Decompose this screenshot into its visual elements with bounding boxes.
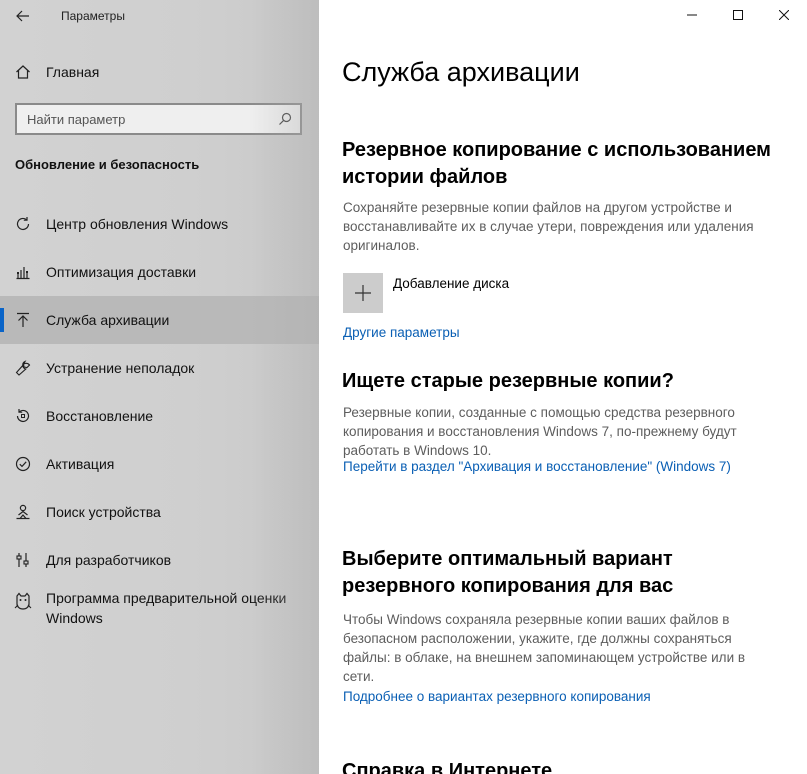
more-options-link[interactable]: Другие параметры	[343, 325, 460, 340]
sidebar-item-label: Для разработчиков	[46, 552, 172, 568]
old-backups-description: Резервные копии, созданные с помощью сре…	[343, 405, 737, 458]
minimize-button[interactable]	[669, 0, 715, 30]
wrench-icon	[14, 359, 32, 377]
sidebar: Параметры Главная Обновление и безопасно…	[0, 0, 319, 774]
sidebar-item-backup[interactable]: Служба архивации	[0, 296, 319, 344]
sidebar-item-developers[interactable]: Для разработчиков	[0, 536, 319, 584]
recovery-icon	[14, 407, 32, 425]
backup-restore-win7-link[interactable]: Перейти в раздел "Архивация и восстановл…	[343, 459, 731, 474]
choose-option-heading: Выберите оптимальный вариант резервного …	[342, 548, 674, 597]
sidebar-nav: Центр обновления Windows Оптимизация дос…	[0, 200, 319, 640]
app-title: Параметры	[61, 9, 125, 23]
delivery-optimization-icon	[14, 263, 32, 281]
sidebar-item-label: Восстановление	[46, 408, 154, 424]
file-history-description: Сохраняйте резервные копии файлов на дру…	[343, 200, 754, 253]
person-location-icon	[14, 503, 32, 521]
add-drive-label: Добавление диска	[393, 276, 510, 291]
help-heading: Справка в Интернете	[342, 760, 553, 774]
back-arrow-icon	[16, 10, 29, 22]
add-drive-button[interactable]: Добавление диска	[343, 273, 509, 313]
minimize-icon	[687, 14, 697, 16]
window-controls	[669, 0, 807, 32]
sidebar-item-label: Главная	[46, 64, 100, 80]
sidebar-item-label: Программа предварительной оценки Windows	[46, 590, 287, 626]
sidebar-item-label: Центр обновления Windows	[46, 216, 229, 232]
file-history-heading: Резервное копирование с использованием и…	[342, 139, 771, 188]
close-icon	[779, 10, 789, 20]
developer-sliders-icon	[14, 551, 32, 569]
title-bar: Параметры	[0, 0, 319, 32]
search-icon[interactable]	[276, 110, 294, 128]
sidebar-item-label: Поиск устройства	[46, 504, 161, 520]
sidebar-item-activation[interactable]: Активация	[0, 440, 319, 488]
active-indicator	[0, 308, 4, 332]
insider-cat-icon	[14, 592, 32, 610]
section-title: Обновление и безопасность	[15, 157, 200, 172]
close-button[interactable]	[761, 0, 807, 30]
back-button[interactable]	[8, 2, 38, 30]
sidebar-item-troubleshoot[interactable]: Устранение неполадок	[0, 344, 319, 392]
backup-options-learn-more-link[interactable]: Подробнее о вариантах резервного копиров…	[343, 689, 651, 704]
plus-tile	[343, 273, 383, 313]
page-title: Служба архивации	[342, 57, 580, 87]
home-icon	[14, 63, 32, 81]
sidebar-item-find-device[interactable]: Поиск устройства	[0, 488, 319, 536]
sidebar-item-label: Активация	[46, 456, 115, 472]
sidebar-item-recovery[interactable]: Восстановление	[0, 392, 319, 440]
sidebar-item-label: Устранение неполадок	[46, 360, 195, 376]
plus-icon	[355, 285, 371, 301]
sidebar-item-label: Служба архивации	[46, 312, 170, 328]
refresh-icon	[14, 215, 32, 233]
sidebar-item-windows-update[interactable]: Центр обновления Windows	[0, 200, 319, 248]
check-circle-icon	[14, 455, 32, 473]
search-box[interactable]	[15, 103, 302, 135]
maximize-button[interactable]	[715, 0, 761, 30]
choose-option-description: Чтобы Windows сохраняла резервные копии …	[343, 612, 746, 684]
backup-arrow-up-icon	[14, 311, 32, 329]
search-input[interactable]	[17, 105, 267, 133]
old-backups-heading: Ищете старые резервные копии?	[342, 370, 674, 392]
sidebar-item-delivery-optimization[interactable]: Оптимизация доставки	[0, 248, 319, 296]
maximize-icon	[733, 10, 743, 20]
sidebar-item-home[interactable]: Главная	[0, 56, 319, 88]
sidebar-item-label: Оптимизация доставки	[46, 264, 197, 280]
sidebar-item-insider-program[interactable]: Программа предварительной оценки Windows	[0, 584, 319, 640]
